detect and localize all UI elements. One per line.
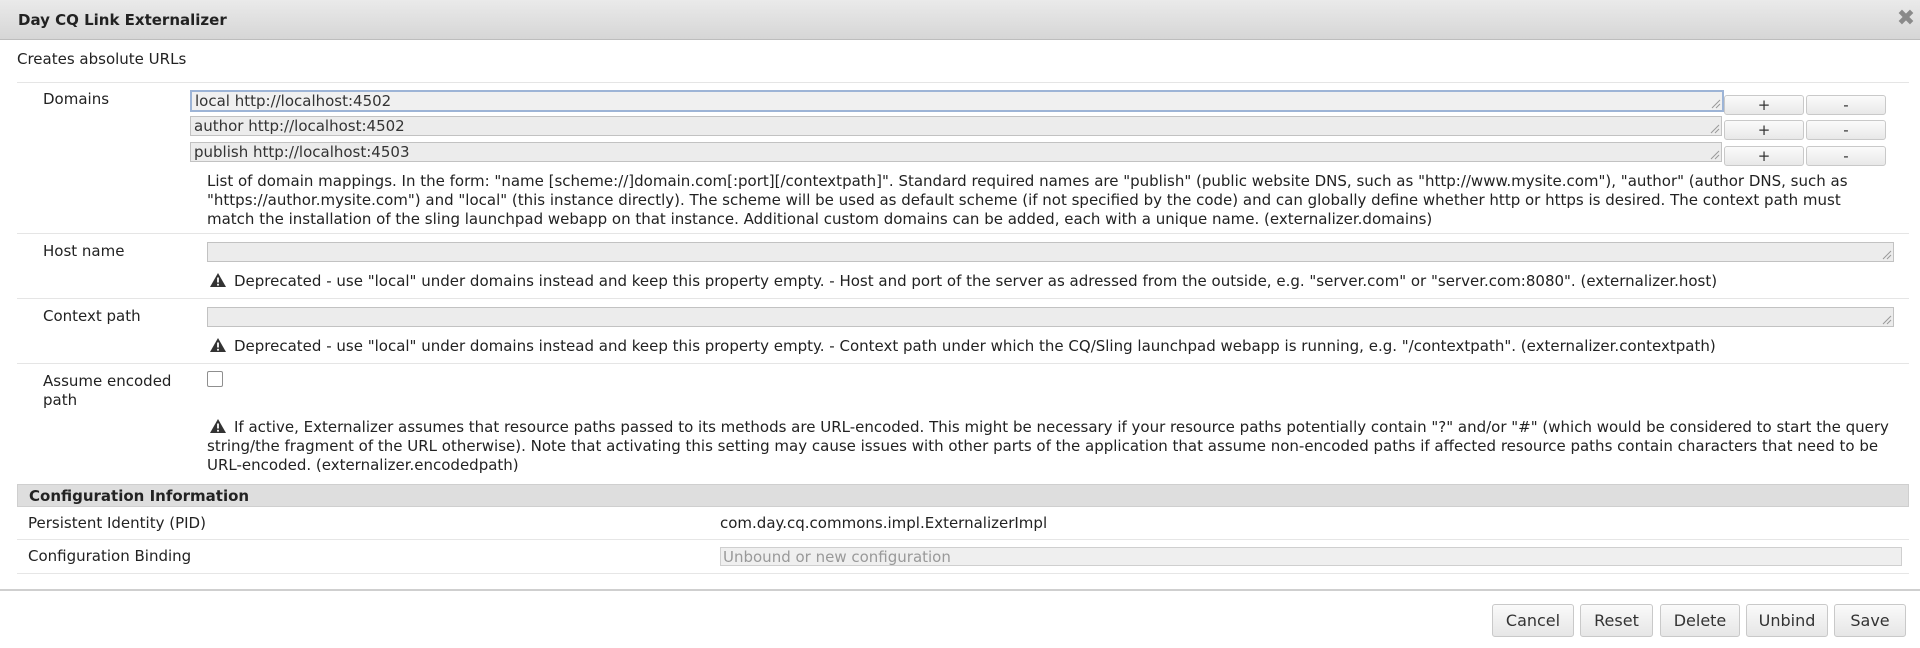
- unbind-button[interactable]: Unbind: [1746, 604, 1828, 637]
- resize-handle-icon[interactable]: [1708, 122, 1720, 134]
- domains-description: List of domain mappings. In the form: "n…: [207, 172, 1848, 228]
- domain-remove-button-2[interactable]: -: [1806, 120, 1886, 140]
- domain-remove-button-1[interactable]: -: [1806, 95, 1886, 115]
- delete-button[interactable]: Delete: [1660, 604, 1740, 637]
- warning-icon: [210, 273, 226, 287]
- resize-handle-icon[interactable]: [1708, 148, 1720, 160]
- context-path-input[interactable]: [207, 307, 1894, 327]
- domains-label: Domains: [43, 90, 110, 108]
- pid-row: Persistent Identity (PID) com.day.cq.com…: [17, 507, 1909, 540]
- domain-value-publish: publish http://localhost:4503: [194, 143, 410, 161]
- host-name-description: Deprecated - use "local" under domains i…: [234, 272, 1718, 290]
- domain-add-button-3[interactable]: +: [1724, 146, 1804, 166]
- context-path-description: Deprecated - use "local" under domains i…: [234, 337, 1716, 355]
- domain-field-publish[interactable]: publish http://localhost:4503: [190, 142, 1722, 162]
- domain-remove-button-3[interactable]: -: [1806, 146, 1886, 166]
- configuration-binding-select[interactable]: Unbound or new configuration: [720, 547, 1902, 566]
- domain-value-author: author http://localhost:4502: [194, 117, 405, 135]
- resize-handle-icon[interactable]: [1709, 97, 1721, 109]
- domain-value-local: local http://localhost:4502: [195, 92, 392, 110]
- close-icon[interactable]: ✖: [1896, 8, 1916, 30]
- domain-field-local[interactable]: local http://localhost:4502: [190, 90, 1724, 112]
- domain-field-author[interactable]: author http://localhost:4502: [190, 116, 1722, 136]
- pid-label: Persistent Identity (PID): [28, 514, 206, 532]
- binding-row: Configuration Binding Unbound or new con…: [17, 540, 1909, 574]
- warning-icon: [210, 338, 226, 352]
- reset-button[interactable]: Reset: [1580, 604, 1653, 637]
- dialog-title: Day CQ Link Externalizer: [18, 11, 227, 29]
- domain-add-button-1[interactable]: +: [1724, 95, 1804, 115]
- encoded-path-description: If active, Externalizer assumes that res…: [207, 418, 1889, 474]
- resize-handle-icon[interactable]: [1880, 248, 1892, 260]
- config-info-heading: Configuration Information: [17, 484, 1909, 507]
- cancel-button[interactable]: Cancel: [1492, 604, 1574, 637]
- configuration-dialog: Day CQ Link Externalizer ✖ Creates absol…: [0, 0, 1920, 648]
- pid-value: com.day.cq.commons.impl.ExternalizerImpl: [720, 514, 1048, 532]
- context-path-label: Context path: [43, 307, 141, 325]
- host-name-input[interactable]: [207, 242, 1894, 262]
- resize-handle-icon[interactable]: [1880, 313, 1892, 325]
- encoded-path-checkbox[interactable]: [207, 371, 223, 387]
- binding-label: Configuration Binding: [28, 547, 192, 565]
- encoded-path-label: Assume encoded path: [43, 372, 172, 409]
- domain-add-button-2[interactable]: +: [1724, 120, 1804, 140]
- dialog-subtitle: Creates absolute URLs: [17, 50, 187, 68]
- footer-divider: [0, 589, 1920, 591]
- save-button[interactable]: Save: [1834, 604, 1906, 637]
- dialog-titlebar: Day CQ Link Externalizer ✖: [0, 0, 1920, 40]
- host-name-label: Host name: [43, 242, 125, 260]
